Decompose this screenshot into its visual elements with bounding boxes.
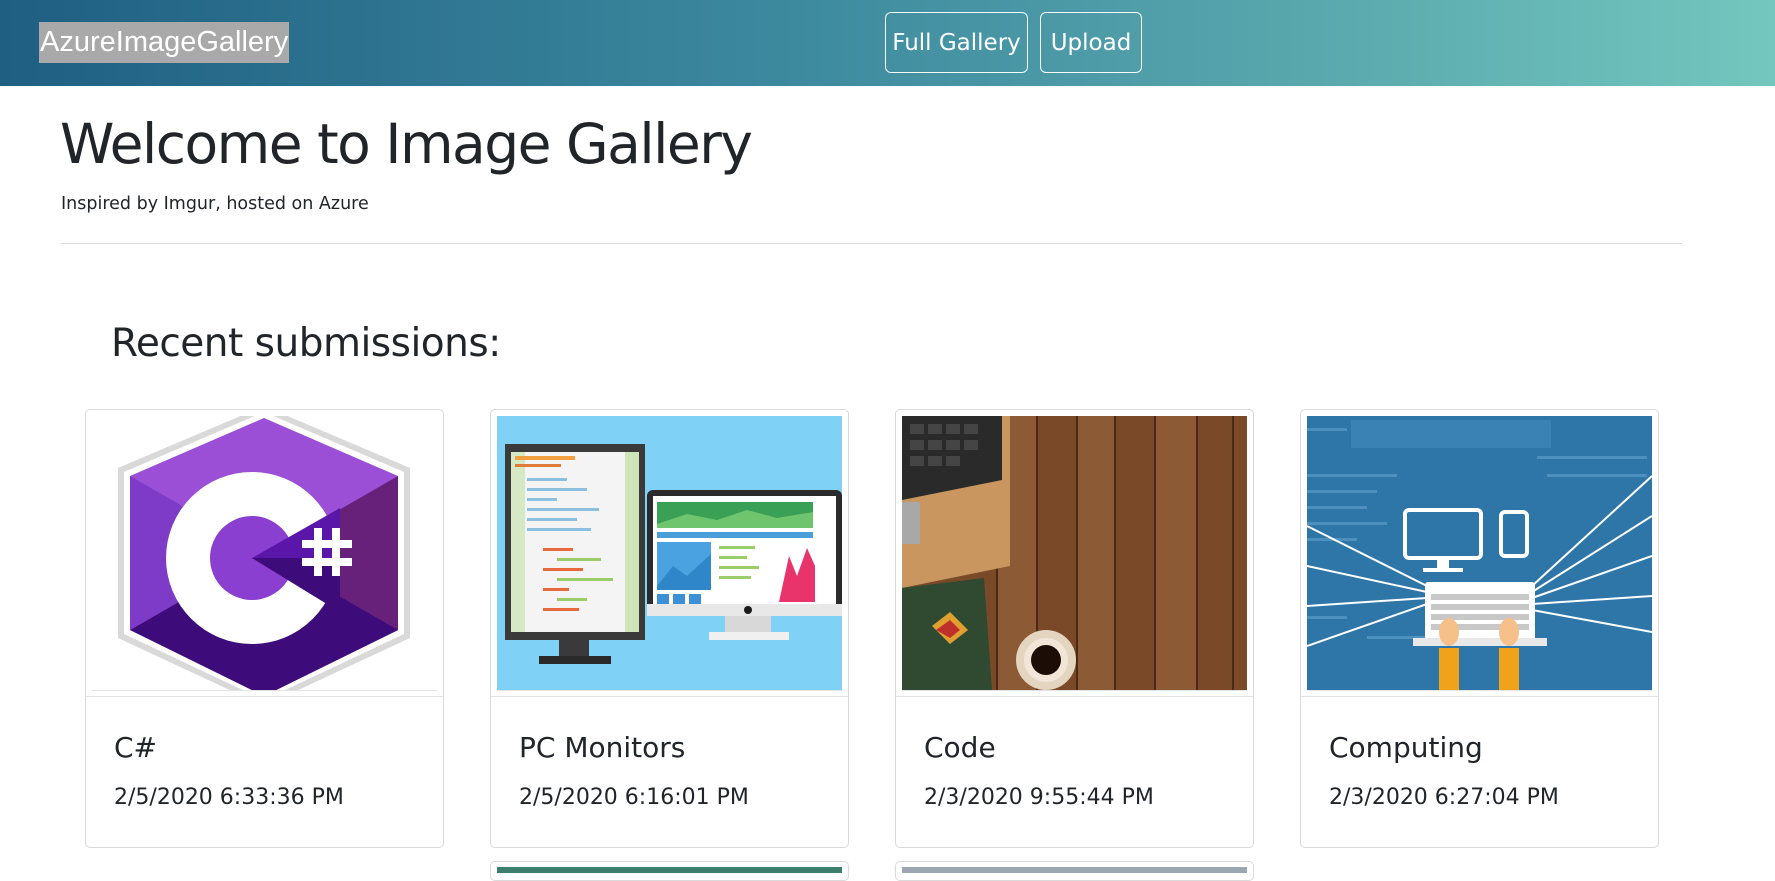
card-title-computing[interactable]: Computing <box>1329 731 1483 764</box>
card-divider <box>86 696 443 697</box>
csharp-logo-icon <box>92 416 437 690</box>
pc-monitors-illustration <box>497 416 842 690</box>
card-divider <box>1301 696 1658 697</box>
card-date-csharp: 2/5/2020 6:33:36 PM <box>114 785 344 810</box>
upload-button[interactable]: Upload <box>1040 12 1142 73</box>
image-card-code[interactable] <box>895 409 1254 848</box>
top-navbar: AzureImageGallery Full Gallery Upload <box>0 0 1775 86</box>
image-card-computing[interactable] <box>1300 409 1659 848</box>
card-date-pc-monitors: 2/5/2020 6:16:01 PM <box>519 785 749 810</box>
card-date-code: 2/3/2020 9:55:44 PM <box>924 785 1154 810</box>
recent-submissions-heading: Recent submissions: <box>111 321 501 366</box>
card-title-code[interactable]: Code <box>924 731 996 764</box>
brand-link[interactable]: AzureImageGallery <box>39 22 290 63</box>
image-card-next-row[interactable] <box>895 861 1254 881</box>
card-image-computing[interactable] <box>1307 416 1652 691</box>
page-title: Welcome to Image Gallery <box>60 112 753 176</box>
computing-illustration <box>1307 416 1652 690</box>
full-gallery-button[interactable]: Full Gallery <box>885 12 1028 73</box>
desk-photo <box>902 416 1247 690</box>
card-image-next-row <box>497 867 842 873</box>
card-date-computing: 2/3/2020 6:27:04 PM <box>1329 785 1559 810</box>
card-divider <box>491 696 848 697</box>
card-image-next-row <box>902 867 1247 873</box>
image-card-pc-monitors[interactable] <box>490 409 849 848</box>
image-card-csharp[interactable] <box>85 409 444 848</box>
hero-divider <box>61 243 1682 244</box>
card-title-csharp[interactable]: C# <box>114 731 157 764</box>
card-image-csharp[interactable] <box>92 416 437 691</box>
card-divider <box>896 696 1253 697</box>
card-title-pc-monitors[interactable]: PC Monitors <box>519 731 685 764</box>
card-image-code[interactable] <box>902 416 1247 691</box>
page-subtitle: Inspired by Imgur, hosted on Azure <box>61 194 369 214</box>
card-image-pc-monitors[interactable] <box>497 416 842 691</box>
image-card-next-row[interactable] <box>490 861 849 881</box>
